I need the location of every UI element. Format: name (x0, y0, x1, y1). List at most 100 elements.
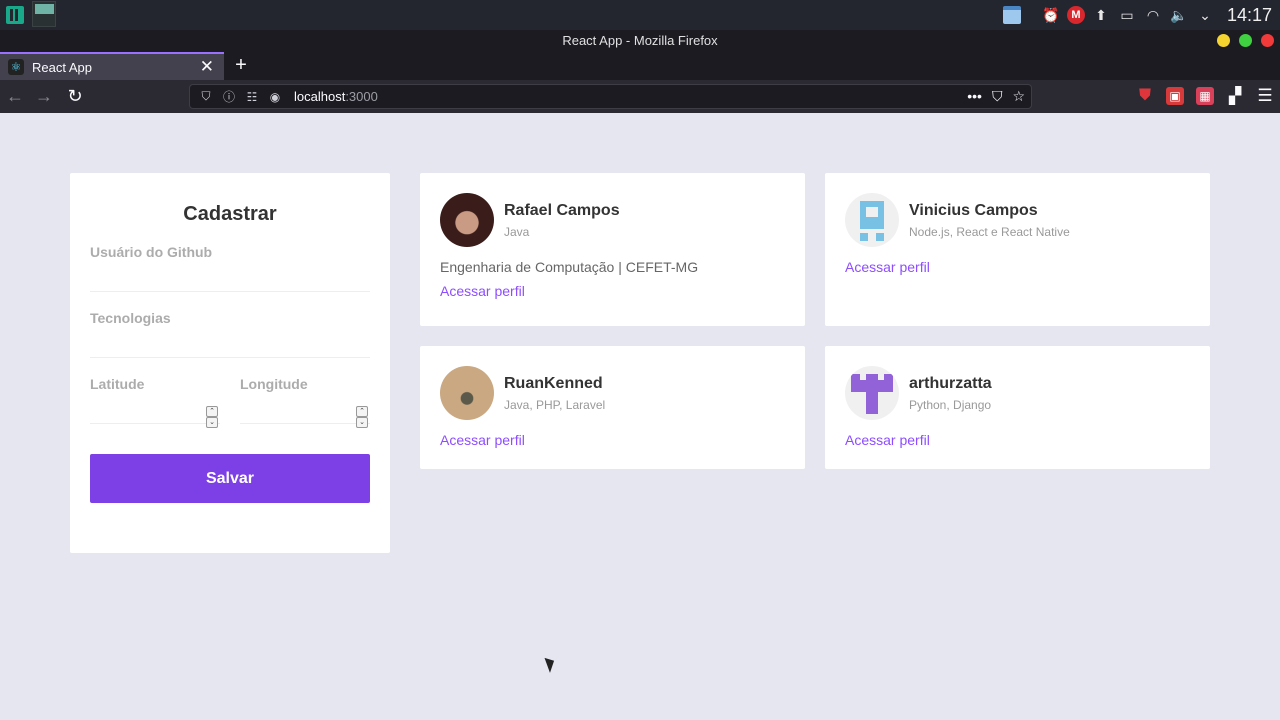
ublock-icon[interactable]: ⛊ (1136, 87, 1154, 105)
system-tray: ⏰ M ⬆ ▭ ◠ 🔈 ⌄ 14:17 (1002, 0, 1280, 30)
close-window-button[interactable] (1261, 34, 1274, 47)
avatar (845, 366, 899, 420)
dev-card: RuanKenned Java, PHP, Laravel Acessar pe… (420, 346, 805, 469)
dev-card-header: Vinicius Campos Node.js, React e React N… (845, 193, 1190, 247)
profile-link[interactable]: Acessar perfil (440, 283, 785, 299)
chevron-down-icon[interactable]: ⌄ (1195, 5, 1215, 25)
longitude-field: Longitude ⌃ ⌄ (240, 376, 370, 428)
desktop-top-panel: ⏰ M ⬆ ▭ ◠ 🔈 ⌄ 14:17 (0, 0, 1280, 30)
permissions-icon[interactable]: ☷ (245, 90, 259, 104)
mouse-cursor (544, 655, 558, 673)
avatar (440, 366, 494, 420)
dev-name: arthurzatta (909, 374, 992, 392)
profile-link[interactable]: Acessar perfil (845, 432, 1190, 448)
dev-card-header: arthurzatta Python, Django (845, 366, 1190, 420)
bookmark-star-icon[interactable]: ☆ (1012, 88, 1025, 105)
calendar-icon[interactable] (1002, 6, 1021, 24)
save-button[interactable]: Salvar (90, 454, 370, 503)
info-icon[interactable]: ⓘ (222, 88, 236, 105)
dev-name: RuanKenned (504, 374, 603, 392)
url-actions: ••• ⛉ ☆ (967, 88, 1025, 105)
github-username-input[interactable] (90, 260, 370, 292)
extensions-icon[interactable]: ▞ (1226, 87, 1244, 105)
arrow-right-icon[interactable]: → (34, 86, 54, 106)
window-title: React App - Mozilla Firefox (562, 33, 718, 48)
url-port: :3000 (345, 89, 378, 104)
chevron-up-icon[interactable]: ⌃ (206, 406, 218, 417)
file-manager-icon[interactable] (6, 6, 24, 24)
url-text[interactable]: localhost:3000 (294, 89, 378, 104)
dev-name: Rafael Campos (504, 201, 620, 219)
profile-link[interactable]: Acessar perfil (845, 259, 1190, 275)
dev-techs: Java, PHP, Laravel (504, 397, 606, 412)
wifi-icon[interactable]: ◠ (1143, 5, 1163, 25)
latitude-field: Latitude ⌃ ⌄ (90, 376, 220, 428)
update-icon[interactable]: ⬆ (1091, 5, 1111, 25)
chevron-down-icon[interactable]: ⌄ (206, 417, 218, 428)
techs-label: Tecnologias (90, 310, 171, 326)
window-titlebar: React App - Mozilla Firefox (0, 30, 1280, 52)
longitude-label: Longitude (240, 376, 308, 392)
volume-icon[interactable]: 🔈 (1169, 5, 1189, 25)
menu-icon[interactable]: ☰ (1256, 86, 1274, 105)
profile-link[interactable]: Acessar perfil (440, 432, 785, 448)
alarm-icon[interactable]: ⏰ (1041, 5, 1061, 25)
latitude-stepper[interactable]: ⌃ ⌄ (206, 406, 218, 428)
avatar (845, 193, 899, 247)
dev-techs: Python, Django (909, 397, 992, 412)
dev-name: Vinicius Campos (909, 201, 1038, 219)
extension-icon[interactable]: ▦ (1196, 87, 1214, 105)
react-favicon-icon: ⚛ (8, 59, 24, 75)
minimize-button[interactable] (1217, 34, 1230, 47)
dev-card: arthurzatta Python, Django Acessar perfi… (825, 346, 1210, 469)
dev-card: Vinicius Campos Node.js, React e React N… (825, 173, 1210, 326)
github-username-field: Usuário do Github (90, 244, 370, 292)
close-icon[interactable]: ✕ (200, 57, 214, 77)
more-actions-icon[interactable]: ••• (967, 88, 982, 105)
github-username-label: Usuário do Github (90, 244, 213, 260)
navigation-toolbar: ← → ↻ ⛉ ⓘ ☷ ◉ localhost:3000 ••• ⛉ ☆ ⛊ ▣… (0, 80, 1280, 113)
clock[interactable]: 14:17 (1227, 5, 1272, 26)
dev-info: Vinicius Campos Node.js, React e React N… (909, 202, 1070, 239)
dev-techs: Java (504, 224, 530, 239)
window-controls (1217, 34, 1274, 47)
tracking-icon[interactable]: ◉ (268, 90, 282, 104)
dev-info: arthurzatta Python, Django (909, 375, 992, 412)
extensions-bar: ⛊ ▣ ▦ ▞ ☰ (1136, 86, 1274, 105)
coordinates-row: Latitude ⌃ ⌄ Longitude ⌃ ⌄ (90, 358, 370, 428)
plus-icon[interactable]: + (231, 54, 251, 76)
dev-card-header: Rafael Campos Java (440, 193, 785, 247)
shield-icon[interactable]: ⛉ (199, 89, 213, 104)
longitude-input[interactable] (240, 392, 370, 424)
pocket-icon[interactable]: ⛉ (992, 88, 1003, 105)
dev-techs: Node.js, React e React Native (909, 224, 1070, 239)
arrow-left-icon[interactable]: ← (5, 86, 25, 106)
tab-react-app[interactable]: ⚛ React App ✕ (0, 52, 224, 80)
longitude-stepper[interactable]: ⌃ ⌄ (356, 406, 368, 428)
latitude-input[interactable] (90, 392, 220, 424)
url-host: localhost (294, 89, 346, 104)
battery-icon[interactable]: ▭ (1117, 5, 1137, 25)
dev-card-header: RuanKenned Java, PHP, Laravel (440, 366, 785, 420)
dev-card: Rafael Campos Java Engenharia de Computa… (420, 173, 805, 326)
dev-info: Rafael Campos Java (504, 202, 620, 239)
register-form: Cadastrar Usuário do Github Tecnologias … (70, 173, 390, 553)
tab-strip: ⚛ React App ✕ + (0, 52, 1280, 80)
techs-field: Tecnologias (90, 310, 370, 358)
dev-bio: Engenharia de Computação | CEFET-MG (440, 259, 699, 275)
tab-label: React App (32, 59, 92, 75)
latitude-label: Latitude (90, 376, 145, 392)
url-bar[interactable]: ⛉ ⓘ ☷ ◉ localhost:3000 ••• ⛉ ☆ (189, 84, 1032, 109)
reload-icon[interactable]: ↻ (65, 86, 85, 106)
chevron-up-icon[interactable]: ⌃ (356, 406, 368, 417)
terminal-window-icon[interactable] (32, 1, 56, 27)
chevron-down-icon[interactable]: ⌄ (356, 417, 368, 428)
form-title: Cadastrar (183, 203, 277, 225)
maximize-button[interactable] (1239, 34, 1252, 47)
avatar (440, 193, 494, 247)
dev-info: RuanKenned Java, PHP, Laravel (504, 375, 605, 412)
page-viewport: Cadastrar Usuário do Github Tecnologias … (0, 113, 1280, 720)
mega-sync-icon[interactable]: M (1066, 6, 1085, 24)
techs-input[interactable] (90, 326, 370, 358)
extension-icon[interactable]: ▣ (1166, 87, 1184, 105)
